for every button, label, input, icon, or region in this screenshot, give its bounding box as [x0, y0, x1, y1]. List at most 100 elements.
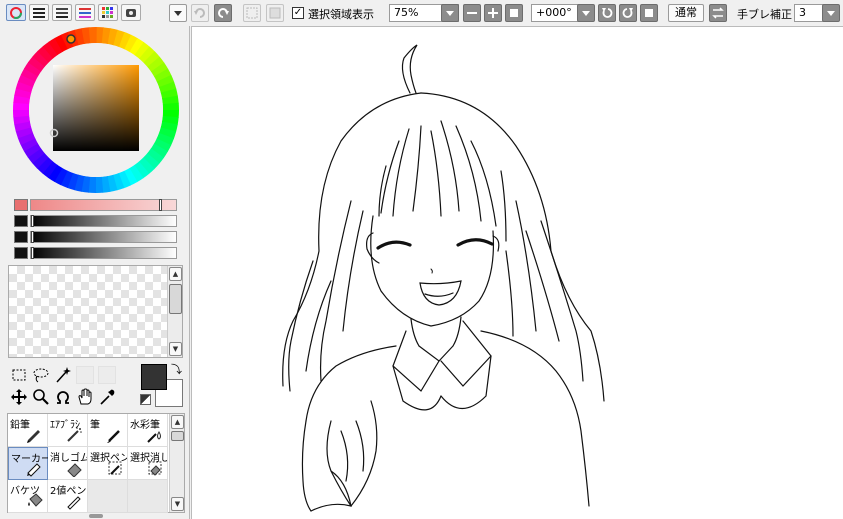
- stabilizer-select[interactable]: 3: [794, 4, 824, 22]
- invert-selection-button[interactable]: [266, 4, 284, 22]
- empty-brush-slot[interactable]: [88, 480, 128, 513]
- scroll-up-arrow-icon[interactable]: ▲: [169, 267, 182, 281]
- redo-button[interactable]: [214, 4, 232, 22]
- empty-tool-slot: [98, 366, 116, 384]
- green-slider[interactable]: [14, 215, 177, 227]
- alpha-swatch: [14, 247, 28, 259]
- rotate-left-icon: [602, 8, 613, 18]
- brush-slot-selection-pen[interactable]: 選択ペン: [88, 447, 128, 480]
- panel-resize-grip[interactable]: [89, 514, 103, 518]
- brush-slot-airbrush[interactable]: ｴｱﾌﾞﾗｼ: [48, 414, 88, 447]
- hand-icon[interactable]: [76, 388, 94, 406]
- brush-slot-eraser[interactable]: 消しゴム: [48, 447, 88, 480]
- scroll-down-arrow-icon[interactable]: ▼: [169, 342, 182, 356]
- zoom-dropdown-button[interactable]: [441, 4, 459, 22]
- marker-icon: [27, 463, 41, 477]
- color-wheel[interactable]: [12, 26, 180, 194]
- binary-pen-icon: [67, 496, 81, 510]
- brush-slot-watercolor[interactable]: 水彩筆: [128, 414, 168, 447]
- bucket-icon: [28, 493, 43, 507]
- reset-square-icon: [510, 9, 518, 17]
- rotate-icon[interactable]: [54, 388, 72, 406]
- chevron-down-icon: [174, 11, 182, 16]
- minus-icon: [467, 12, 477, 14]
- green-swatch: [14, 215, 28, 227]
- undo-icon: [194, 8, 205, 18]
- top-toolbar: ✓ 選択領域表示 75% +000° 通常 手ブレ補正 3: [168, 0, 843, 26]
- flip-horizontal-button[interactable]: [709, 4, 727, 22]
- empty-brush-slot[interactable]: [128, 480, 168, 513]
- red-slider-knob[interactable]: [159, 199, 162, 211]
- selection-pen-icon: [108, 461, 122, 475]
- brush-panel-scrollbar[interactable]: ▲ ▼: [169, 414, 184, 512]
- rect-select-icon[interactable]: [10, 366, 28, 384]
- reset-colors-icon[interactable]: [140, 394, 151, 405]
- chevron-down-icon: [827, 11, 835, 16]
- brush-slot-bucket[interactable]: バケツ: [8, 480, 48, 513]
- brush-slot-pencil[interactable]: 鉛筆: [8, 414, 48, 447]
- rotate-right-button[interactable]: [619, 4, 637, 22]
- alpha-slider[interactable]: [14, 247, 177, 259]
- stabilizer-dropdown-button[interactable]: [822, 4, 840, 22]
- hsv-sliders-tab[interactable]: [52, 4, 72, 21]
- deselect-icon: [246, 7, 258, 19]
- scratchpad-tab[interactable]: [121, 4, 141, 21]
- zoom-reset-button[interactable]: [505, 4, 523, 22]
- undo-button[interactable]: [191, 4, 209, 22]
- swap-colors-icon[interactable]: ⤵: [171, 364, 182, 375]
- scroll-up-arrow-icon[interactable]: ▲: [171, 415, 184, 429]
- blend-mode-button[interactable]: 通常: [668, 4, 704, 22]
- red-slider[interactable]: [14, 199, 177, 211]
- blue-slider-knob[interactable]: [31, 231, 34, 243]
- empty-tool-slot: [76, 366, 94, 384]
- green-slider-track[interactable]: [30, 215, 177, 227]
- scroll-down-arrow-icon[interactable]: ▼: [171, 497, 184, 511]
- blue-slider-track[interactable]: [30, 231, 177, 243]
- scroll-thumb[interactable]: [171, 431, 184, 441]
- zoom-icon[interactable]: [32, 388, 50, 406]
- rgb-sliders-icon: [33, 8, 45, 18]
- redo-icon: [218, 8, 229, 18]
- magic-wand-icon[interactable]: [54, 366, 72, 384]
- selection-erase-icon: [148, 461, 162, 476]
- rotation-reset-button[interactable]: [640, 4, 658, 22]
- color-swatch-bars-tab[interactable]: [75, 4, 95, 21]
- color-palette-tab[interactable]: [98, 4, 118, 21]
- alpha-slider-knob[interactable]: [31, 247, 34, 259]
- chevron-down-icon: [446, 11, 454, 16]
- move-icon[interactable]: [10, 388, 28, 406]
- rotate-left-button[interactable]: [598, 4, 616, 22]
- rgb-sliders-tab[interactable]: [29, 4, 49, 21]
- eyedropper-icon[interactable]: [98, 388, 116, 406]
- foreground-color-swatch[interactable]: [141, 364, 167, 390]
- hsv-sliders-icon: [56, 8, 68, 18]
- green-slider-knob[interactable]: [31, 215, 34, 227]
- scroll-thumb[interactable]: [169, 284, 182, 314]
- paint-app-window: ▲ ▼ ⤵ 鉛筆 ｴｱﾌﾞﾗｼ筆水彩筆マーカー 消しゴム 選択ペン 選択消しバケツ 2値ペ…: [0, 0, 843, 519]
- blue-slider[interactable]: [14, 231, 177, 243]
- brush-tool-panel: 鉛筆 ｴｱﾌﾞﾗｼ筆水彩筆マーカー 消しゴム 選択ペン 選択消しバケツ 2値ペン ▲ ▼: [7, 413, 185, 513]
- color-wheel-tab[interactable]: [6, 4, 26, 21]
- zoom-out-button[interactable]: [463, 4, 481, 22]
- toolbar-menu-button[interactable]: [169, 4, 187, 22]
- invert-selection-icon: [269, 7, 281, 19]
- hue-marker[interactable]: [66, 34, 76, 44]
- lasso-icon[interactable]: [32, 366, 50, 384]
- color-mode-tabs: [6, 4, 141, 22]
- hue-ring[interactable]: [12, 26, 180, 194]
- selection-display-checkbox[interactable]: ✓: [292, 7, 304, 19]
- red-slider-track[interactable]: [30, 199, 177, 211]
- alpha-slider-track[interactable]: [30, 247, 177, 259]
- eraser-icon: [67, 463, 82, 477]
- rotation-dropdown-button[interactable]: [577, 4, 595, 22]
- scratchpad-area[interactable]: ▲ ▼: [8, 265, 183, 358]
- deselect-button[interactable]: [243, 4, 261, 22]
- brush-slot-marker[interactable]: マーカー: [8, 447, 48, 480]
- scratchpad-scrollbar[interactable]: ▲ ▼: [167, 266, 182, 357]
- brush-slot-brush[interactable]: 筆: [88, 414, 128, 447]
- left-panel: ▲ ▼ ⤵ 鉛筆 ｴｱﾌﾞﾗｼ筆水彩筆マーカー 消しゴム 選択ペン 選択消しバケツ 2値ペ…: [0, 0, 190, 519]
- brush-slot-binary-pen[interactable]: 2値ペン: [48, 480, 88, 513]
- brush-slot-selection-erase[interactable]: 選択消し: [128, 447, 168, 480]
- drawing-canvas[interactable]: [191, 26, 843, 519]
- zoom-in-button[interactable]: [484, 4, 502, 22]
